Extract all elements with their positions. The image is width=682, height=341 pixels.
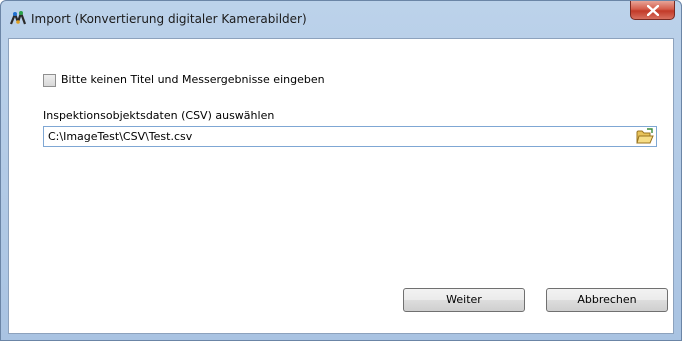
csv-path-input[interactable]: C:\ImageTest\CSV\Test.csv [43, 126, 657, 147]
next-button[interactable]: Weiter [403, 288, 525, 312]
dialog-content: Bitte keinen Titel und Messergebnisse ei… [8, 38, 674, 334]
no-title-checkbox-label[interactable]: Bitte keinen Titel und Messergebnisse ei… [61, 73, 325, 86]
import-dialog: Import (Konvertierung digitaler Kamerabi… [0, 0, 682, 341]
no-title-checkbox[interactable] [43, 74, 56, 87]
close-button[interactable] [630, 1, 675, 20]
window-title: Import (Konvertierung digitaler Kamerabi… [31, 12, 307, 26]
close-icon [647, 5, 659, 16]
title-bar[interactable]: Import (Konvertierung digitaler Kamerabi… [1, 1, 681, 37]
folder-open-icon[interactable] [636, 128, 654, 145]
camera-app-icon [9, 10, 27, 28]
csv-path-value: C:\ImageTest\CSV\Test.csv [48, 130, 193, 143]
cancel-button[interactable]: Abbrechen [546, 288, 668, 312]
csv-field-label: Inspektionsobjektsdaten (CSV) auswählen [43, 109, 275, 122]
